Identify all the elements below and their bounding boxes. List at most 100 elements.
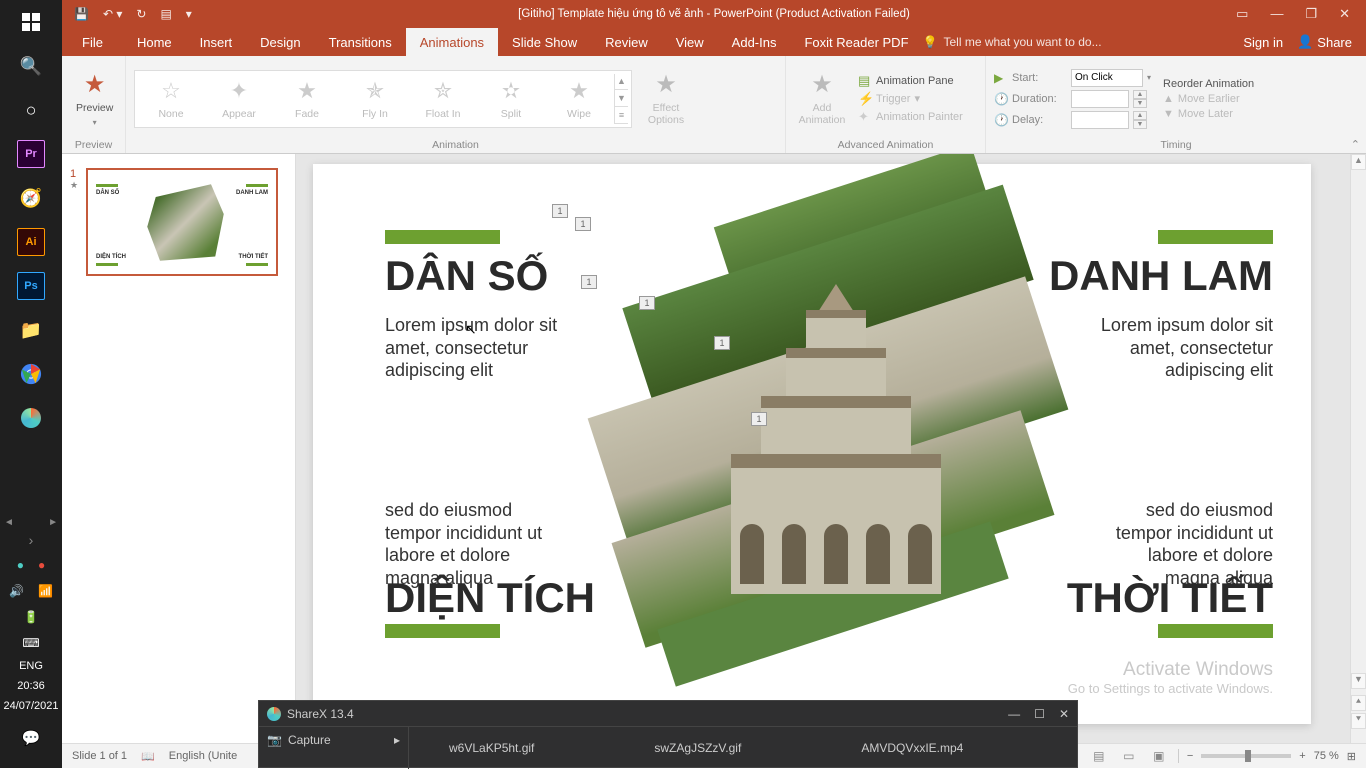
animation-tag[interactable]: 1 — [575, 217, 591, 231]
keyboard-icon[interactable]: ⌨ — [22, 636, 39, 650]
minimize-icon[interactable]: — — [1008, 707, 1020, 721]
adobe-illustrator-icon[interactable]: Ai — [11, 222, 51, 262]
zoom-out-icon[interactable]: − — [1187, 750, 1193, 762]
body-text-1[interactable]: Lorem ipsum dolor sit amet, consectetur … — [385, 314, 570, 382]
cortana-icon[interactable]: ○ — [11, 90, 51, 130]
vertical-scrollbar[interactable]: ▲ ▼ ⯅ ⯆ — [1350, 154, 1366, 743]
ribbon-display-icon[interactable]: ▭ — [1236, 6, 1248, 22]
tab-home[interactable]: Home — [123, 28, 186, 56]
zoom-slider[interactable] — [1201, 754, 1291, 758]
prev-slide-icon[interactable]: ⯅ — [1351, 695, 1366, 711]
animation-gallery[interactable]: ☆None ✦Appear ★Fade ✯Fly In ✮Float In ✫S… — [134, 70, 632, 128]
sharex-file[interactable]: w6VLaKP5ht.gif — [449, 741, 534, 755]
tab-file[interactable]: File — [62, 28, 123, 56]
app-icon[interactable]: 🧭 — [11, 178, 51, 218]
undo-icon[interactable]: ↶ ▾ — [103, 7, 122, 21]
dropdown-icon[interactable]: ▾ — [1147, 73, 1151, 82]
gallery-up-icon[interactable]: ▲ — [615, 74, 628, 91]
effect-options-button[interactable]: ★ Effect Options — [638, 68, 694, 128]
spin-up[interactable]: ▲ — [1133, 111, 1147, 120]
tab-foxit[interactable]: Foxit Reader PDF — [790, 28, 922, 56]
start-button[interactable] — [11, 2, 51, 42]
move-earlier-button[interactable]: ▲Move Earlier — [1163, 93, 1254, 105]
taskbar-scroll[interactable]: ◄► — [0, 517, 62, 528]
animation-painter-button[interactable]: ✦Animation Painter — [858, 109, 963, 125]
tab-slideshow[interactable]: Slide Show — [498, 28, 591, 56]
tab-design[interactable]: Design — [246, 28, 314, 56]
maximize-icon[interactable]: ❐ — [1305, 6, 1317, 22]
clock-date[interactable]: 24/07/2021 — [3, 700, 58, 712]
preview-button[interactable]: ★ Preview ▾ — [70, 68, 119, 130]
sorter-view-icon[interactable]: ▤ — [1088, 747, 1110, 765]
start-from-beginning-icon[interactable]: ▤ — [160, 7, 171, 21]
animation-tag[interactable]: 1 — [581, 275, 597, 289]
battery-icon[interactable]: 🔋 — [24, 610, 39, 624]
close-icon[interactable]: ✕ — [1339, 6, 1350, 22]
fit-window-icon[interactable]: ⊞ — [1347, 750, 1356, 763]
maximize-icon[interactable]: ☐ — [1034, 707, 1045, 721]
sharex-taskbar-icon[interactable] — [11, 398, 51, 438]
tray-chrome-icon[interactable]: ● — [17, 558, 24, 572]
spin-down[interactable]: ▼ — [1133, 120, 1147, 129]
spellcheck-icon[interactable]: 📖 — [141, 750, 155, 763]
start-select[interactable] — [1071, 69, 1143, 87]
search-icon[interactable]: 🔍 — [11, 46, 51, 86]
scroll-up-icon[interactable]: ▲ — [1351, 154, 1366, 170]
center-image[interactable] — [588, 174, 1083, 654]
tab-addins[interactable]: Add-Ins — [718, 28, 791, 56]
save-icon[interactable]: 💾 — [74, 7, 89, 21]
slide-counter[interactable]: Slide 1 of 1 — [72, 750, 127, 762]
zoom-in-icon[interactable]: + — [1299, 750, 1305, 762]
tab-insert[interactable]: Insert — [186, 28, 247, 56]
next-slide-icon[interactable]: ⯆ — [1351, 713, 1366, 729]
sharex-capture-menu[interactable]: 📷Capture▸ — [267, 731, 400, 749]
sharex-file[interactable]: swZAgJSZzV.gif — [654, 741, 741, 755]
close-icon[interactable]: ✕ — [1059, 707, 1069, 721]
trigger-button[interactable]: ⚡Trigger ▾ — [858, 91, 963, 107]
move-later-button[interactable]: ▼Move Later — [1163, 108, 1254, 120]
explorer-icon[interactable]: 📁 — [11, 310, 51, 350]
tab-animations[interactable]: Animations — [406, 28, 498, 56]
delay-input[interactable] — [1071, 111, 1129, 129]
sharex-titlebar[interactable]: ShareX 13.4 — ☐ ✕ — [259, 701, 1077, 727]
animation-pane-button[interactable]: ▤Animation Pane — [858, 73, 963, 89]
anim-none[interactable]: ☆None — [138, 74, 204, 124]
anim-flyin[interactable]: ✯Fly In — [342, 74, 408, 124]
body-text-2[interactable]: Lorem ipsum dolor sit amet, consectetur … — [1088, 314, 1273, 382]
volume-icon[interactable]: 🔊 — [9, 584, 24, 598]
animation-tag[interactable]: 1 — [751, 412, 767, 426]
language-indicator[interactable]: ENG — [19, 660, 43, 672]
anim-appear[interactable]: ✦Appear — [206, 74, 272, 124]
zoom-level[interactable]: 75 % — [1314, 750, 1339, 762]
tell-me-search[interactable]: 💡Tell me what you want to do... — [923, 28, 1102, 56]
scroll-down-icon[interactable]: ▼ — [1351, 673, 1366, 689]
duration-input[interactable] — [1071, 90, 1129, 108]
tab-transitions[interactable]: Transitions — [315, 28, 406, 56]
collapse-ribbon-icon[interactable]: ⌃ — [1351, 138, 1360, 151]
heading-dan-so[interactable]: DÂN SỐ — [385, 252, 548, 300]
anim-floatin[interactable]: ✮Float In — [410, 74, 476, 124]
language-status[interactable]: English (Unite — [169, 750, 237, 762]
spin-down[interactable]: ▼ — [1133, 99, 1147, 108]
minimize-icon[interactable]: — — [1270, 6, 1283, 22]
qat-more-icon[interactable]: ▾ — [186, 7, 192, 21]
sharex-file[interactable]: AMVDQVxxIE.mp4 — [861, 741, 963, 755]
adobe-photoshop-icon[interactable]: Ps — [11, 266, 51, 306]
chrome-icon[interactable] — [11, 354, 51, 394]
slide-thumbnail[interactable]: DÂN SỐ DANH LAM DIỆN TÍCH THỜI TIẾT — [86, 168, 278, 276]
anim-wipe[interactable]: ★Wipe — [546, 74, 612, 124]
sign-in-link[interactable]: Sign in — [1243, 35, 1283, 50]
clock-time[interactable]: 20:36 — [17, 680, 45, 692]
animation-tag[interactable]: 1 — [714, 336, 730, 350]
anim-split[interactable]: ✫Split — [478, 74, 544, 124]
wifi-icon[interactable]: 📶 — [38, 584, 53, 598]
anim-fade[interactable]: ★Fade — [274, 74, 340, 124]
animation-tag[interactable]: 1 — [552, 204, 568, 218]
slideshow-view-icon[interactable]: ▣ — [1148, 747, 1170, 765]
slide-canvas[interactable]: DÂN SỐ Lorem ipsum dolor sit amet, conse… — [313, 164, 1311, 724]
spin-up[interactable]: ▲ — [1133, 90, 1147, 99]
add-animation-button[interactable]: ★ Add Animation — [794, 68, 850, 128]
reading-view-icon[interactable]: ▭ — [1118, 747, 1140, 765]
redo-icon[interactable]: ↻ — [136, 7, 146, 21]
tab-review[interactable]: Review — [591, 28, 662, 56]
